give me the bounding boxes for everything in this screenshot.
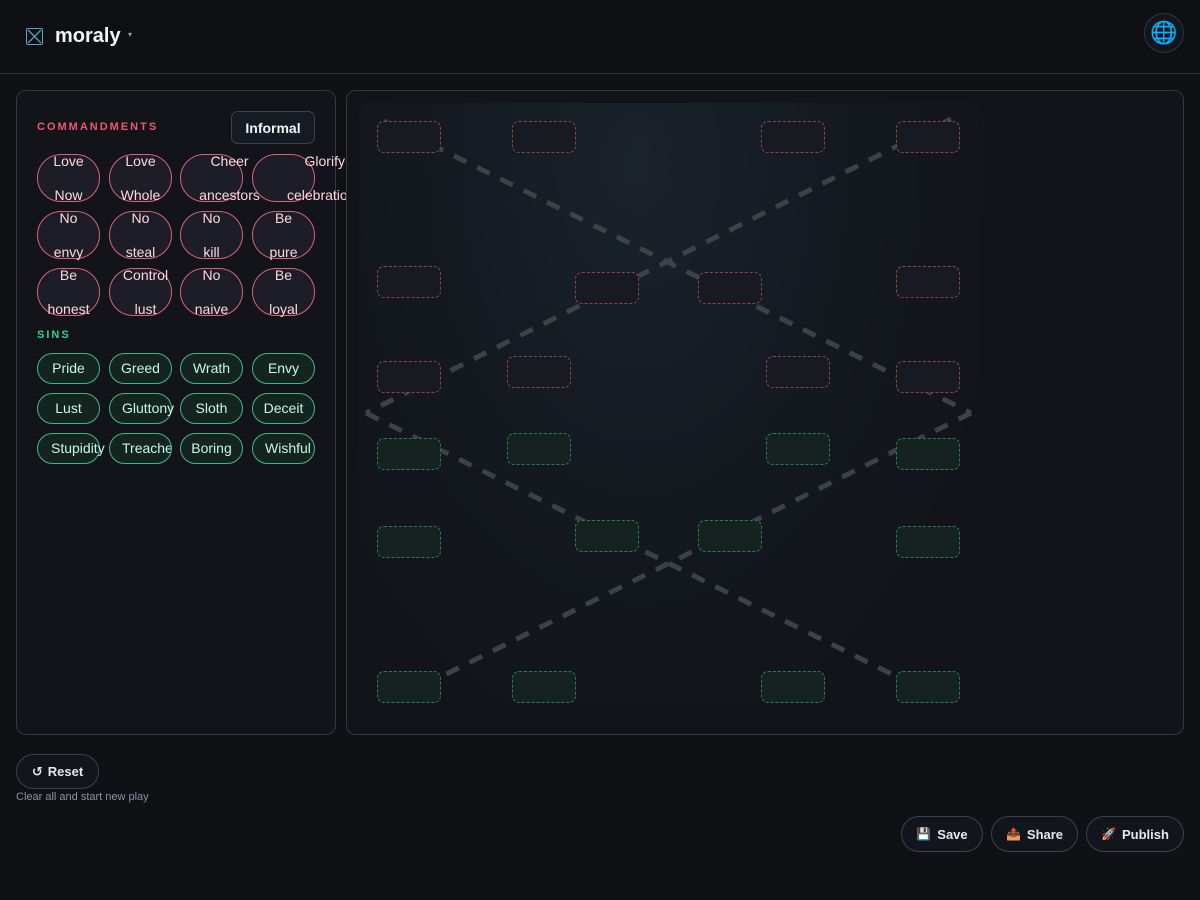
sin-slot[interactable] [766, 433, 830, 465]
sin-slot[interactable] [507, 433, 571, 465]
sin-slot[interactable] [512, 671, 576, 703]
save-label: Save [937, 826, 968, 842]
share-button[interactable]: 📤 Share [991, 816, 1078, 852]
commandment-slot[interactable] [896, 121, 960, 153]
commandment-chip[interactable]: Control lust [109, 267, 172, 317]
game-board-panel [346, 90, 1184, 735]
commandment-chip[interactable]: No steal [109, 210, 172, 260]
commandment-slot[interactable] [896, 266, 960, 298]
commandment-slot[interactable] [575, 272, 639, 304]
sin-chip[interactable]: Sloth [180, 393, 243, 424]
commandment-chip[interactable]: Be pure [252, 210, 315, 260]
globe-icon: 🌐 [1150, 20, 1178, 45]
sin-chip[interactable]: Envy [252, 353, 315, 384]
commandment-chip[interactable]: Glorify celebrations [252, 153, 363, 203]
commandment-chip[interactable]: Love Now [37, 153, 100, 203]
reset-button[interactable]: ↺ Reset [16, 754, 99, 789]
commandment-slot[interactable] [377, 121, 441, 153]
board-diagonal [382, 410, 973, 703]
commandment-slot[interactable] [698, 272, 762, 304]
commandment-chip[interactable]: Be honest [37, 267, 100, 317]
commandment-slot[interactable] [766, 356, 830, 388]
commandment-slot[interactable] [377, 361, 441, 393]
outbox-tray-icon: 📤 [1005, 827, 1021, 841]
publish-button[interactable]: 🚀 Publish [1086, 816, 1184, 852]
board-diagonal [364, 116, 953, 416]
app-logo-icon [26, 28, 43, 45]
sin-slot[interactable] [698, 520, 762, 552]
sin-slot[interactable] [575, 520, 639, 552]
sin-chip[interactable]: Wishful [252, 433, 315, 464]
sin-slot[interactable] [377, 438, 441, 470]
publish-label: Publish [1122, 826, 1169, 842]
sin-slot[interactable] [377, 671, 441, 703]
reset-icon: ↺ [31, 763, 43, 779]
palette-panel: COMMANDMENTS Informal Love Now Love Whole … [16, 90, 363, 735]
sin-chip[interactable]: Deceit [252, 393, 315, 424]
floppy-disk-icon: 💾 [916, 827, 932, 841]
commandment-slot[interactable] [896, 361, 960, 393]
board-diagonal [382, 118, 973, 416]
app-header: moraly ▾ 🌐 [0, 0, 1200, 74]
commandment-chip[interactable]: No naive [180, 267, 243, 317]
app-brand-name[interactable]: moraly [55, 25, 121, 48]
commandment-chip[interactable]: No kill [180, 210, 243, 260]
save-button[interactable]: 💾 Save [901, 816, 983, 852]
sin-chip[interactable]: Stupidity [37, 433, 105, 464]
language-button[interactable]: 🌐 [1144, 13, 1184, 53]
reset-label: Reset [47, 764, 84, 779]
sin-chip[interactable]: Treachery [109, 433, 172, 464]
sin-slot[interactable] [761, 671, 825, 703]
sins-title: SINS [37, 329, 71, 341]
sin-slot[interactable] [896, 526, 960, 558]
reset-hint: Clear all and start new play [16, 791, 149, 803]
sin-slot[interactable] [377, 526, 441, 558]
sin-chip[interactable]: Greed [109, 353, 172, 384]
commandment-chip[interactable]: Be loyal [252, 267, 315, 317]
chevron-down-icon[interactable]: ▾ [128, 30, 132, 39]
commandments-title: COMMANDMENTS [37, 121, 159, 133]
share-label: Share [1026, 826, 1064, 842]
sin-slot[interactable] [896, 671, 960, 703]
commandment-chip[interactable]: Cheer ancestors [180, 153, 260, 203]
board-diagonal [364, 410, 956, 703]
commandment-slot[interactable] [512, 121, 576, 153]
board-lines [364, 116, 973, 703]
commandment-slot[interactable] [761, 121, 825, 153]
rocket-icon: 🚀 [1101, 827, 1116, 841]
game-board [359, 103, 979, 703]
mode-toggle-button[interactable]: Informal [231, 111, 315, 144]
commandment-slot[interactable] [377, 266, 441, 298]
sin-chip[interactable]: Boring [180, 433, 243, 464]
sin-chip[interactable]: Wrath [180, 353, 243, 384]
commandment-chip[interactable]: No envy [37, 210, 100, 260]
sin-chip[interactable]: Gluttony [109, 393, 174, 424]
sin-chip[interactable]: Pride [37, 353, 100, 384]
sin-chip[interactable]: Lust [37, 393, 100, 424]
commandment-slot[interactable] [507, 356, 571, 388]
sin-slot[interactable] [896, 438, 960, 470]
